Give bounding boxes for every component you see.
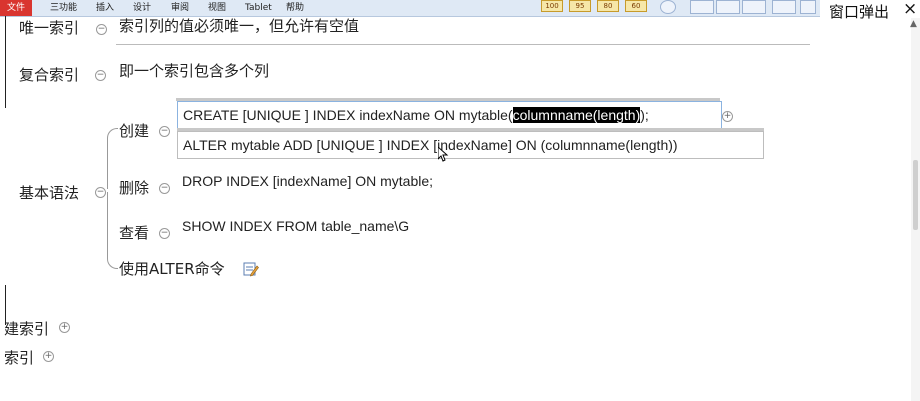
branch-connector-down bbox=[107, 192, 118, 269]
edit-icon[interactable] bbox=[772, 0, 796, 14]
window-title: 窗口弹出 bbox=[829, 3, 890, 21]
node-composite-index[interactable]: 复合索引 bbox=[19, 64, 79, 85]
menu-review[interactable]: 审阅 bbox=[171, 1, 189, 15]
menu-insert[interactable]: 插入 bbox=[96, 1, 114, 15]
menu-home[interactable]: 三功能 bbox=[50, 1, 77, 15]
node-unique-index[interactable]: 唯一索引 bbox=[19, 17, 79, 38]
alter-code-box[interactable]: ALTER mytable ADD [UNIQUE ] INDEX [index… bbox=[177, 131, 764, 159]
menu-file[interactable]: 文件 bbox=[0, 0, 33, 16]
user-icon[interactable] bbox=[800, 0, 816, 14]
collapse-toggle-create[interactable]: − bbox=[159, 126, 170, 137]
view-code: SHOW INDEX FROM table_name\G bbox=[182, 218, 410, 234]
node-delete[interactable]: 删除 bbox=[119, 177, 149, 198]
note-icon[interactable] bbox=[243, 261, 259, 277]
zoom-95-button[interactable]: 95 bbox=[569, 0, 591, 12]
create-code-box[interactable]: CREATE [UNIQUE ] INDEX indexName ON myta… bbox=[177, 101, 722, 130]
collapse-toggle-composite[interactable]: − bbox=[95, 70, 106, 81]
collapse-toggle-delete[interactable]: − bbox=[159, 183, 170, 194]
expand-toggle-create-index[interactable]: + bbox=[59, 322, 70, 333]
zoom-80-button[interactable]: 80 bbox=[597, 0, 619, 12]
composite-index-desc: 即一个索引包含多个列 bbox=[119, 63, 270, 80]
insert-picture-icon[interactable] bbox=[716, 0, 740, 14]
scrollbar-thumb[interactable] bbox=[913, 160, 918, 230]
branch-connector-up bbox=[107, 128, 118, 189]
menu-design[interactable]: 设计 bbox=[133, 1, 151, 15]
unique-index-desc: 索引列的值必须唯一，但允许有空值 bbox=[119, 18, 360, 35]
collapse-toggle-syntax[interactable]: − bbox=[95, 187, 106, 198]
menu-view[interactable]: 视图 bbox=[208, 1, 226, 15]
mouse-cursor-icon bbox=[438, 147, 449, 162]
node-use-alter[interactable]: 使用ALTER命令 bbox=[119, 258, 225, 279]
collapse-toggle-unique[interactable]: − bbox=[96, 24, 107, 35]
node-basic-syntax[interactable]: 基本语法 bbox=[19, 182, 79, 203]
expand-toggle-create-code[interactable]: + bbox=[722, 111, 733, 122]
selected-text: columnname(length) bbox=[512, 107, 641, 123]
node-index[interactable]: 索引 bbox=[4, 347, 34, 368]
create-code-post: ); bbox=[640, 107, 649, 123]
node-create[interactable]: 创建 bbox=[119, 120, 149, 141]
menu-tablet[interactable]: Tablet bbox=[245, 1, 272, 15]
node-underline bbox=[116, 44, 810, 45]
menu-help[interactable]: 帮助 bbox=[286, 1, 304, 15]
mindmap-left-rule-top bbox=[5, 16, 6, 108]
zoom-60-button[interactable]: 60 bbox=[625, 0, 647, 12]
node-create-index[interactable]: 建索引 bbox=[4, 318, 49, 339]
format-icon[interactable] bbox=[690, 0, 714, 14]
office-orb-icon[interactable] bbox=[660, 0, 676, 14]
window-icon[interactable] bbox=[742, 0, 766, 14]
scroll-up-icon[interactable]: ▲ bbox=[910, 19, 917, 29]
close-icon[interactable]: × bbox=[903, 0, 917, 19]
delete-code: DROP INDEX [indexName] ON mytable; bbox=[182, 173, 434, 189]
create-code-pre: CREATE [UNIQUE ] INDEX indexName ON myta… bbox=[183, 107, 513, 123]
zoom-100-button[interactable]: 100 bbox=[541, 0, 563, 12]
node-view[interactable]: 查看 bbox=[119, 222, 149, 243]
expand-toggle-index[interactable]: + bbox=[43, 351, 54, 362]
collapse-toggle-view[interactable]: − bbox=[159, 228, 170, 239]
